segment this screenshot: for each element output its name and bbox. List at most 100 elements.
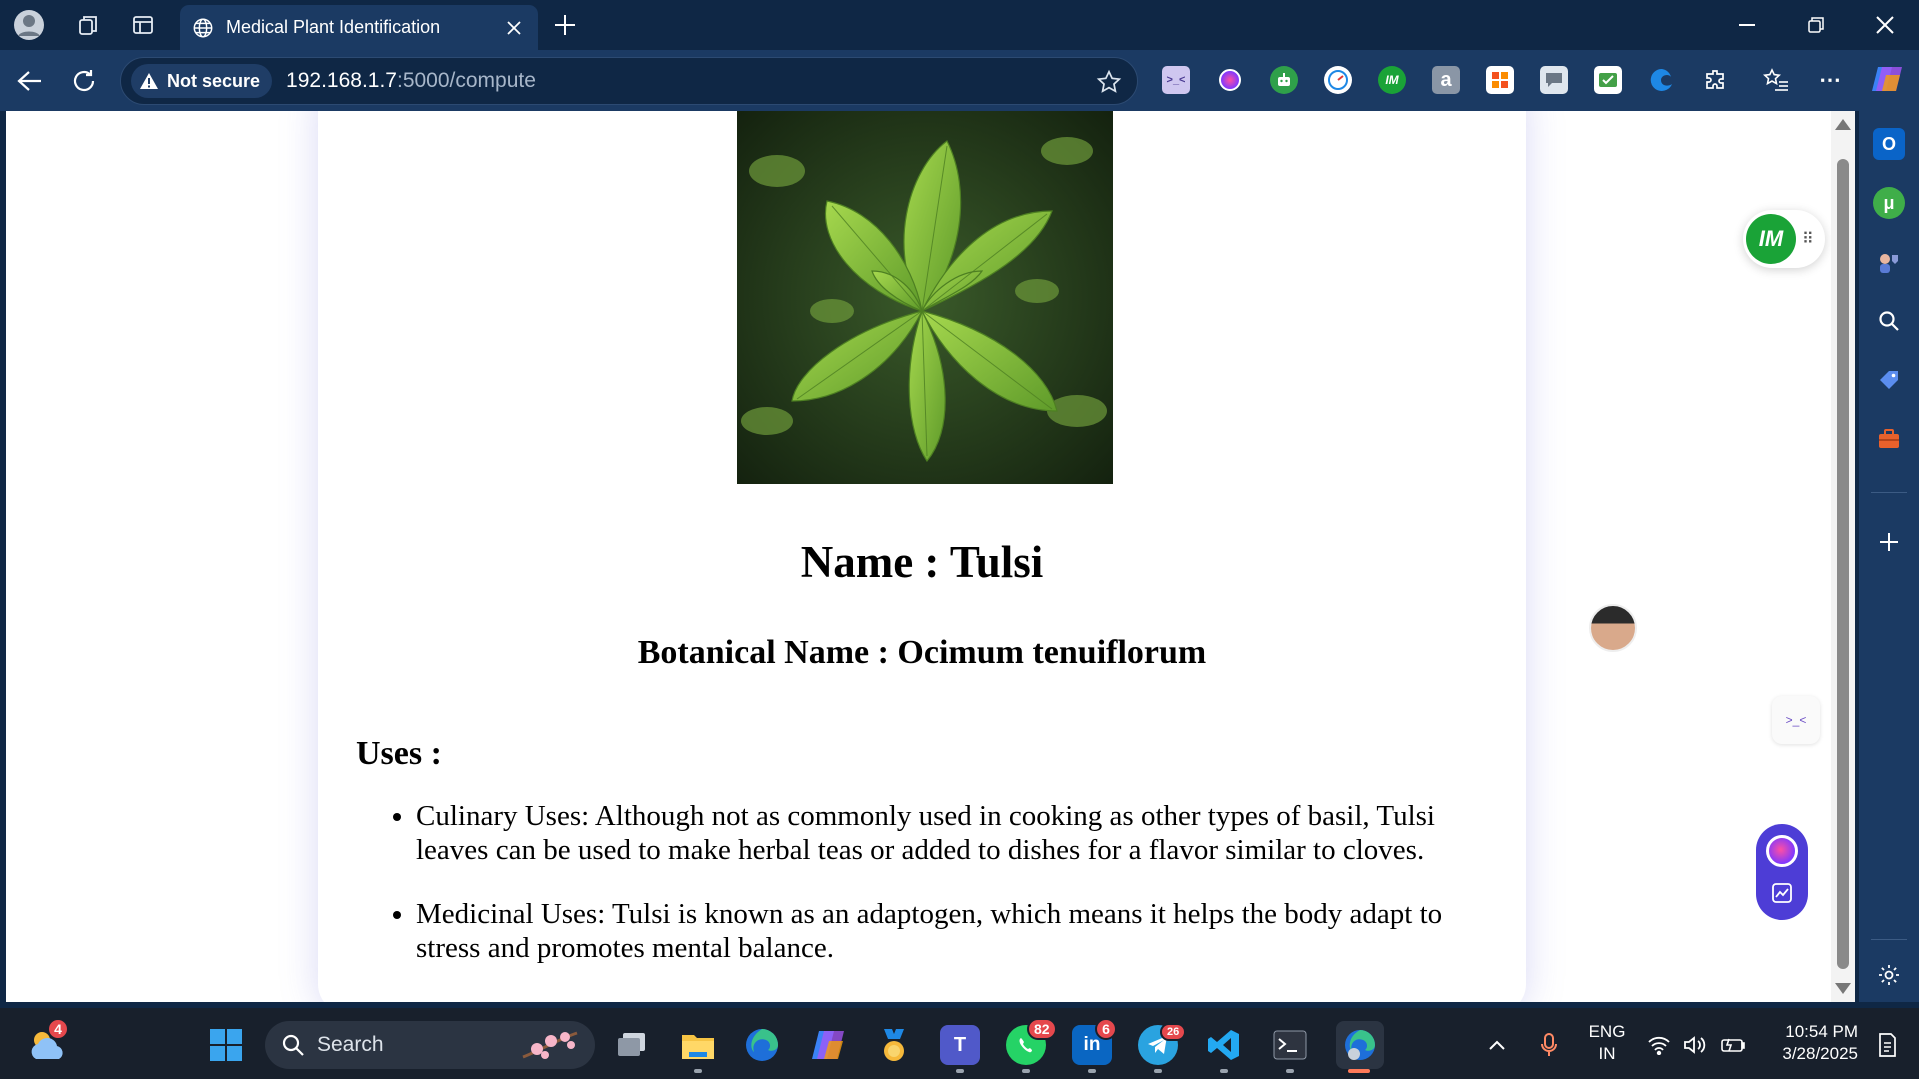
warning-icon [140, 73, 158, 89]
uses-list: Culinary Uses: Although not as commonly … [378, 799, 1488, 995]
address-bar[interactable]: Not secure 192.168.1.7:5000/compute [120, 57, 1138, 105]
utorrent-icon[interactable]: μ [1873, 187, 1905, 219]
task-view-icon[interactable] [612, 1025, 652, 1065]
tab-title: Medical Plant Identification [226, 17, 441, 37]
scroll-up-arrow-icon[interactable] [1835, 119, 1851, 130]
weather-badge: 4 [47, 1018, 69, 1040]
browser-title-bar: Medical Plant Identification [0, 0, 1919, 50]
microphone-icon[interactable] [1534, 1025, 1564, 1065]
edge-profile-taskbar-icon[interactable] [1336, 1021, 1384, 1069]
plant-image [737, 111, 1113, 484]
page-scrollbar[interactable] [1831, 111, 1855, 1002]
running-indicator [1088, 1069, 1096, 1073]
scroll-thumb[interactable] [1837, 159, 1849, 969]
kaomoji-widget[interactable]: >_< [1772, 696, 1820, 744]
add-sidebar-app-icon[interactable] [1873, 526, 1905, 558]
time-text: 10:54 PM [1785, 1022, 1858, 1041]
collections-extension-icon[interactable] [1486, 66, 1514, 94]
speed-extension-icon[interactable] [1324, 66, 1352, 94]
battery-icon[interactable] [1718, 1025, 1748, 1065]
volume-icon[interactable] [1680, 1025, 1710, 1065]
whatsapp-badge: 82 [1027, 1018, 1057, 1040]
sidebar-divider [1871, 939, 1907, 940]
workspaces-icon[interactable] [72, 8, 106, 42]
running-indicator [694, 1069, 702, 1073]
ai-assistant-widget[interactable] [1756, 824, 1808, 920]
new-tab-button[interactable] [548, 8, 582, 42]
im-extension-icon[interactable]: IM [1378, 66, 1406, 94]
page-viewport: Name : Tulsi Botanical Name : Ocimum ten… [6, 111, 1855, 1002]
terminal-icon[interactable] [1270, 1025, 1310, 1065]
im-badge[interactable]: IM [1746, 214, 1796, 264]
language-region: IN [1598, 1044, 1616, 1063]
language-indicator[interactable]: ENG IN [1582, 1021, 1632, 1065]
start-windows-icon[interactable] [206, 1025, 246, 1065]
copilot-icon[interactable] [1870, 64, 1904, 94]
android-bot-extension-icon[interactable] [1270, 66, 1298, 94]
notifications-icon[interactable] [1872, 1025, 1902, 1065]
shopping-tag-icon[interactable] [1873, 364, 1905, 396]
search-highlight-blossom-icon [519, 1027, 581, 1063]
running-indicator [956, 1069, 964, 1073]
close-window-button[interactable] [1852, 0, 1918, 50]
taskbar-search-box[interactable]: Search [265, 1021, 595, 1069]
search-icon[interactable] [1873, 305, 1905, 337]
games-icon[interactable] [1873, 246, 1905, 278]
more-options-icon[interactable]: ⋯ [1816, 66, 1844, 94]
active-app-indicator [1348, 1069, 1370, 1073]
running-indicator [1154, 1069, 1162, 1073]
vertical-tabs-icon[interactable] [126, 8, 160, 42]
vscode-icon[interactable] [1204, 1025, 1244, 1065]
clock[interactable]: 10:54 PM 3/28/2025 [1762, 1021, 1858, 1065]
restore-button[interactable] [1783, 0, 1849, 50]
list-item: Culinary Uses: Although not as commonly … [416, 799, 1488, 867]
profile-avatar-icon[interactable] [12, 8, 46, 42]
globe-icon [192, 17, 214, 39]
scroll-down-arrow-icon[interactable] [1835, 983, 1851, 994]
sidebar-divider [1871, 492, 1907, 493]
running-indicator [1286, 1069, 1294, 1073]
telegram-badge: 26 [1160, 1023, 1187, 1041]
outlook-icon[interactable]: O [1873, 128, 1905, 160]
result-card: Name : Tulsi Botanical Name : Ocimum ten… [318, 111, 1526, 1002]
url-path: :5000/compute [396, 69, 536, 92]
favorites-list-icon[interactable] [1762, 66, 1790, 94]
back-button[interactable] [10, 62, 50, 100]
security-label: Not secure [167, 70, 261, 91]
tab-medical-plant[interactable]: Medical Plant Identification [180, 5, 538, 50]
chat-extension-icon[interactable] [1540, 66, 1568, 94]
file-explorer-icon[interactable] [678, 1025, 718, 1065]
language-code: ENG [1588, 1022, 1626, 1041]
copilot-orb-extension-icon[interactable] [1216, 66, 1244, 94]
site-security-chip[interactable]: Not secure [131, 64, 273, 98]
drag-handle-icon[interactable]: ⠿ [1802, 229, 1814, 249]
avatar[interactable] [1589, 604, 1637, 652]
favorite-star-icon[interactable] [1093, 66, 1125, 98]
copilot-app-icon[interactable] [808, 1025, 848, 1065]
refresh-button[interactable] [64, 62, 104, 100]
tools-briefcase-icon[interactable] [1873, 423, 1905, 455]
edge-drop-extension-icon[interactable] [1648, 66, 1676, 94]
ai-orb-icon[interactable] [1766, 835, 1798, 867]
teams-icon[interactable]: T [940, 1025, 980, 1065]
kaomoji-extension-icon[interactable]: >_< [1162, 66, 1190, 94]
date-text: 3/28/2025 [1782, 1044, 1858, 1063]
url-host: 192.168.1.7 [286, 69, 397, 92]
search-icon [281, 1033, 305, 1057]
settings-gear-icon[interactable] [1873, 959, 1905, 991]
search-placeholder: Search [317, 1033, 384, 1056]
amazon-extension-icon[interactable]: a [1432, 66, 1460, 94]
mail-check-extension-icon[interactable] [1594, 66, 1622, 94]
edge-browser-icon[interactable] [742, 1025, 782, 1065]
close-tab-icon[interactable] [498, 12, 530, 44]
edge-sidebar: O μ [1859, 111, 1919, 1002]
im-floating-widget[interactable]: IM ⠿ [1743, 210, 1825, 268]
plant-name-heading: Name : Tulsi [800, 537, 1044, 587]
minimize-button[interactable] [1714, 0, 1780, 50]
extensions-puzzle-icon[interactable] [1702, 66, 1730, 94]
wifi-icon[interactable] [1644, 1025, 1674, 1065]
medal-app-icon[interactable] [874, 1025, 914, 1065]
chart-insights-icon[interactable] [1766, 877, 1798, 909]
show-hidden-icons-chevron-icon[interactable] [1482, 1025, 1512, 1065]
running-indicator [1022, 1069, 1030, 1073]
